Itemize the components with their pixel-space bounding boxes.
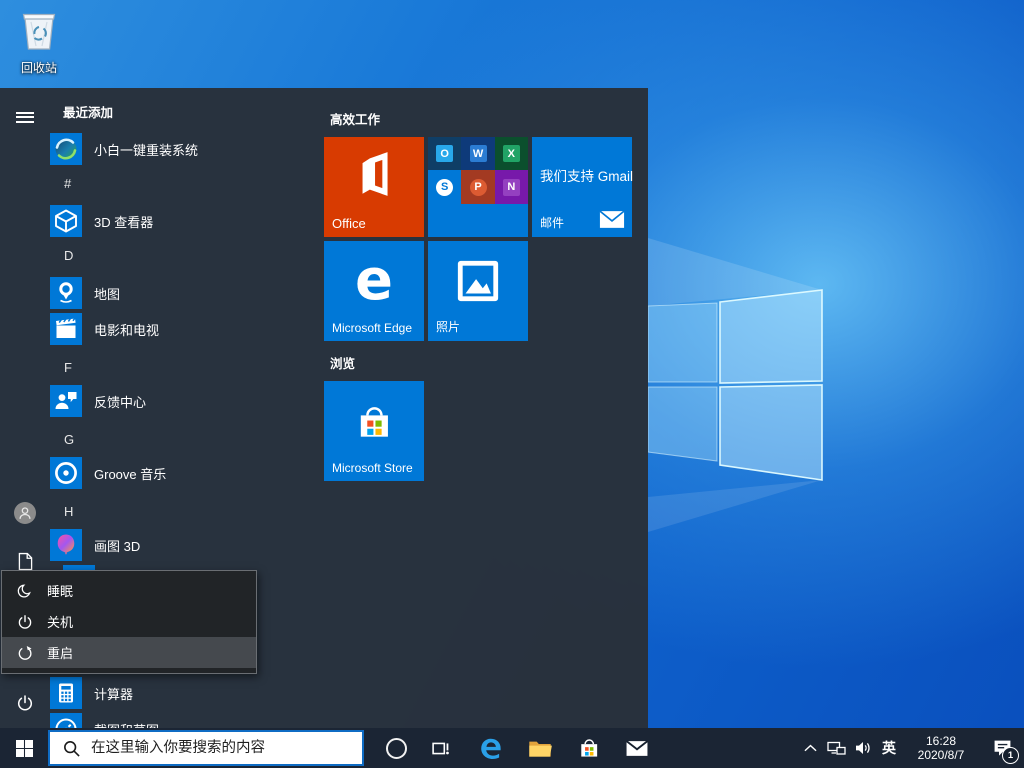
office-icon xyxy=(353,149,395,199)
section-letter-d[interactable]: D xyxy=(64,248,104,263)
task-view-button[interactable] xyxy=(418,728,462,768)
skype-icon[interactable]: S xyxy=(428,170,461,203)
taskbar-search-box[interactable] xyxy=(48,730,364,766)
photos-icon xyxy=(455,258,501,304)
start-menu-expand-button[interactable] xyxy=(12,104,38,130)
sleep-icon xyxy=(17,583,33,599)
volume-icon xyxy=(855,741,872,755)
cortana-button[interactable] xyxy=(374,728,418,768)
power-icon xyxy=(16,694,34,712)
mail-envelope-icon xyxy=(626,740,648,757)
system-tray: 英 16:28 2020/8/7 1 xyxy=(798,728,1024,768)
section-letter-hash[interactable]: # xyxy=(64,176,104,191)
groove-music-icon xyxy=(50,457,82,489)
excel-icon[interactable]: X xyxy=(495,137,528,170)
paint-3d-icon xyxy=(50,529,82,561)
tile-group-header-productivity: 高效工作 xyxy=(330,109,380,128)
recycle-bin-icon xyxy=(19,8,59,52)
tile-microsoft-edge[interactable]: e Microsoft Edge xyxy=(324,241,424,341)
shutdown-icon xyxy=(17,614,33,630)
outlook-icon[interactable]: O xyxy=(428,137,461,170)
tile-photos[interactable]: 照片 xyxy=(428,241,528,341)
app-item-maps[interactable]: 地图 xyxy=(50,277,310,309)
windows-flag-icon xyxy=(16,740,33,757)
tile-office-apps-group[interactable]: O W X S P N xyxy=(428,137,528,237)
taskbar-edge-button[interactable] xyxy=(468,728,512,768)
app-item-paint-3d[interactable]: 画图 3D xyxy=(50,529,310,561)
store-icon xyxy=(352,401,396,443)
taskbar-file-explorer-button[interactable] xyxy=(518,728,562,768)
powerpoint-icon[interactable]: P xyxy=(461,170,494,203)
edge-icon: e xyxy=(324,253,424,309)
recycle-bin-desktop-icon[interactable]: 回收站 xyxy=(8,8,70,76)
app-item-calculator[interactable]: 计算器 xyxy=(50,677,310,709)
user-avatar xyxy=(14,502,36,524)
app-item-3d-viewer[interactable]: 3D 查看器 xyxy=(50,205,310,237)
calculator-icon xyxy=(50,677,82,709)
maps-icon xyxy=(50,277,82,309)
power-flyout-menu: 睡眠 关机 重启 xyxy=(1,570,257,674)
search-input[interactable] xyxy=(89,739,362,757)
store-icon xyxy=(576,736,602,760)
word-icon[interactable]: W xyxy=(461,137,494,170)
menu-item-sleep[interactable]: 睡眠 xyxy=(2,575,256,606)
search-icon xyxy=(62,739,81,758)
section-letter-g[interactable]: G xyxy=(64,432,104,447)
desktop: 回收站 最近添加 小白一键重装系统 # 3D 查看器 D xyxy=(0,0,1024,768)
start-button[interactable] xyxy=(0,728,48,768)
task-view-icon xyxy=(431,739,450,758)
tile-microsoft-store[interactable]: Microsoft Store xyxy=(324,381,424,481)
tile-office[interactable]: Office xyxy=(324,137,424,237)
app-item-feedback-hub[interactable]: 反馈中心 xyxy=(50,385,310,417)
user-account-button[interactable] xyxy=(12,500,38,526)
volume-button[interactable] xyxy=(850,728,876,768)
snip-sketch-icon xyxy=(50,713,82,728)
mail-promo-text: 我们支持 Gmail xyxy=(540,165,633,185)
app-item-movies-tv[interactable]: 电影和电视 xyxy=(50,313,310,345)
tile-mail[interactable]: 我们支持 Gmail 邮件 xyxy=(532,137,632,237)
office-apps-minigrid: O W X S P N xyxy=(428,137,528,204)
edge-icon xyxy=(477,735,504,762)
network-button[interactable] xyxy=(822,728,850,768)
3d-viewer-icon xyxy=(50,205,82,237)
document-icon xyxy=(18,552,33,571)
restart-icon xyxy=(17,645,33,661)
feedback-hub-icon xyxy=(50,385,82,417)
mail-icon xyxy=(599,209,625,230)
cortana-icon xyxy=(386,738,407,759)
clock[interactable]: 16:28 2020/8/7 xyxy=(902,728,980,768)
app-item-snip-sketch[interactable]: 截图和草图 xyxy=(50,713,310,728)
action-center-button[interactable]: 1 xyxy=(980,728,1024,768)
user-icon xyxy=(16,504,34,522)
xiaobai-icon xyxy=(50,133,82,165)
taskbar-mail-button[interactable] xyxy=(615,728,659,768)
notification-badge: 1 xyxy=(1002,747,1019,764)
onenote-icon[interactable]: N xyxy=(495,170,528,203)
movies-tv-icon xyxy=(50,313,82,345)
hamburger-icon xyxy=(16,109,34,125)
tray-date: 2020/8/7 xyxy=(910,748,972,762)
section-letter-h[interactable]: H xyxy=(64,504,104,519)
tile-group-header-explore: 浏览 xyxy=(330,353,355,372)
recycle-bin-label: 回收站 xyxy=(8,59,70,76)
tray-time: 16:28 xyxy=(910,734,972,748)
menu-item-shutdown[interactable]: 关机 xyxy=(2,606,256,637)
app-item-groove-music[interactable]: Groove 音乐 xyxy=(50,457,310,489)
chevron-up-icon xyxy=(804,744,817,752)
section-letter-f[interactable]: F xyxy=(64,360,104,375)
recently-added-header: 最近添加 xyxy=(63,102,113,121)
tray-overflow-button[interactable] xyxy=(798,728,822,768)
taskbar: 英 16:28 2020/8/7 1 xyxy=(0,728,1024,768)
taskbar-store-button[interactable] xyxy=(567,728,611,768)
power-button[interactable] xyxy=(12,690,38,716)
ime-indicator[interactable]: 英 xyxy=(876,728,902,768)
menu-item-restart[interactable]: 重启 xyxy=(2,637,256,668)
app-item-xiaobai[interactable]: 小白一键重装系统 xyxy=(50,133,310,165)
network-icon xyxy=(827,741,846,756)
file-explorer-icon xyxy=(528,739,552,758)
